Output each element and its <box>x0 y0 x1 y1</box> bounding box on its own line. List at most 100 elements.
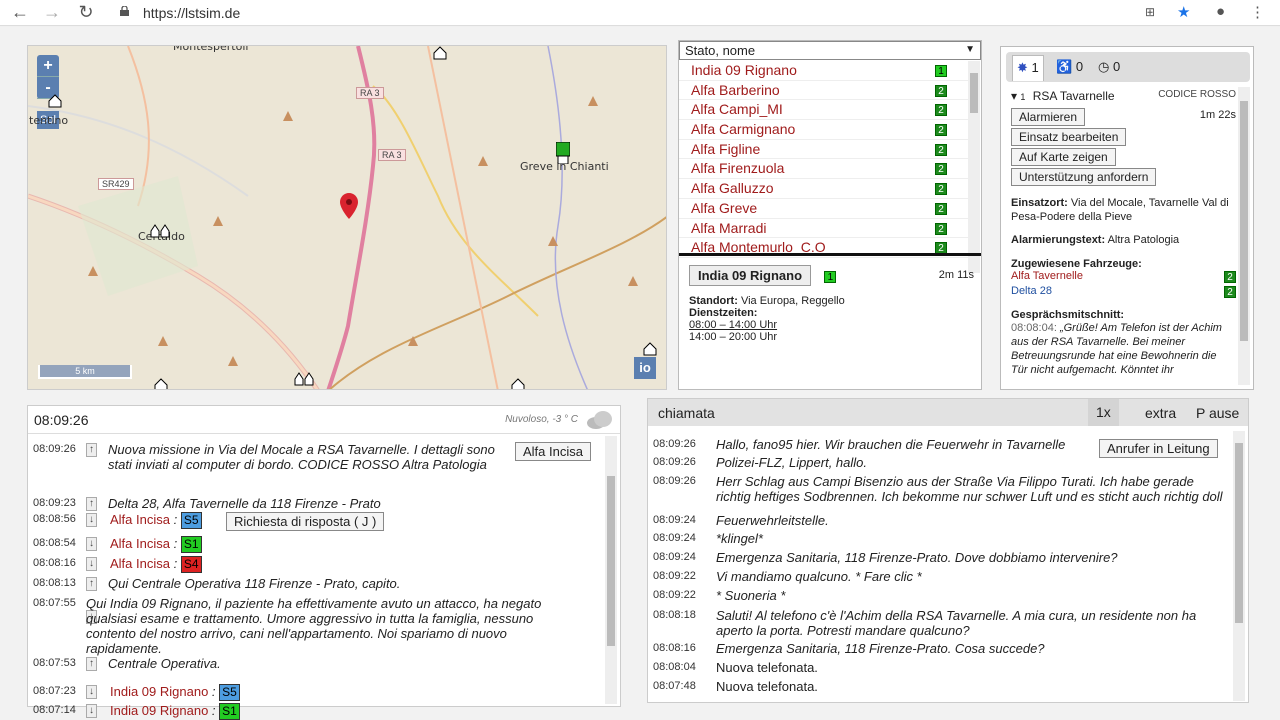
assigned-vehicle[interactable]: Alfa Tavernelle <box>1011 270 1083 282</box>
tab-missions[interactable]: ✸ 1 <box>1012 55 1044 81</box>
station-icon[interactable] <box>150 224 172 238</box>
sort-select[interactable]: Stato, nome ▼ <box>679 41 981 60</box>
edit-mission-button[interactable]: Einsatz bearbeiten <box>1011 128 1127 146</box>
show-on-map-button[interactable]: Auf Karte zeigen <box>1011 148 1116 166</box>
address-bar[interactable]: https://lstsim.de <box>143 5 240 21</box>
speed-button[interactable]: 1x <box>1088 399 1119 426</box>
call-text: Emergenza Sanitaria, 118 Firenze-Prato. … <box>716 550 1118 565</box>
alarm-label: Alarmierungstext: <box>1011 234 1106 246</box>
station-icon[interactable] <box>433 46 447 60</box>
vehicle-list-item[interactable]: India 09 Rignano 1 <box>679 61 969 81</box>
vehicle-marker-icon[interactable] <box>556 142 570 164</box>
star-icon[interactable]: ★ <box>1177 3 1190 21</box>
unit-button[interactable]: Alfa Incisa <box>515 442 591 461</box>
io-button[interactable]: io <box>634 357 656 379</box>
reload-icon[interactable]: ↻ <box>76 2 96 23</box>
mission-code: CODICE ROSSO <box>1158 89 1236 100</box>
vehicle-name: Alfa Campi_MI <box>691 101 783 118</box>
shift-1: 08:00 – 14:00 Uhr <box>689 319 778 331</box>
translate-icon[interactable]: ⊞ <box>1145 5 1155 19</box>
collapse-icon[interactable]: ▾ <box>1011 89 1017 103</box>
call-text: * Suoneria * <box>716 588 786 603</box>
mission-number: 1 <box>1020 92 1026 102</box>
vehicle-name: Alfa Barberino <box>691 81 780 98</box>
vehicle-detail-name[interactable]: India 09 Rignano <box>689 265 812 286</box>
call-text: Hallo, fano95 hier. Wir brauchen die Feu… <box>716 437 1066 452</box>
log-time: 08:07:14 <box>33 704 76 716</box>
station-icon[interactable] <box>643 342 657 356</box>
gespraech-time: 08:08:04: <box>1011 322 1057 334</box>
mission-scrollbar[interactable] <box>1238 87 1250 385</box>
vehicle-list-item[interactable]: Alfa Greve 2 <box>679 199 969 219</box>
profile-icon[interactable]: ● <box>1216 3 1225 20</box>
vehicle-timer: 2m 11s <box>938 269 974 281</box>
road-sign: RA 3 <box>378 149 406 161</box>
vehicle-list-item[interactable]: Alfa Marradi 2 <box>679 219 969 239</box>
log-unit[interactable]: Alfa Incisa <box>110 512 170 527</box>
call-text: Nuova telefonata. <box>716 660 818 675</box>
station-icon[interactable] <box>48 94 62 108</box>
mission-tabs: ✸ 1 ♿ 0 ◷ 0 <box>1006 52 1250 82</box>
forward-icon[interactable]: → <box>42 2 62 23</box>
menu-icon[interactable]: ⋮ <box>1250 3 1265 21</box>
lock-icon <box>120 6 129 16</box>
zoom-control: + - <box>37 55 59 99</box>
call-text: Saluti! Al telefono c'è l'Achim della RS… <box>716 608 1197 638</box>
vehicle-list-panel: Stato, nome ▼ India 09 Rignano 1 Alfa Barbe… <box>678 40 982 390</box>
call-time: 08:08:04 <box>653 661 696 673</box>
status-badge: S1 <box>219 703 240 720</box>
vehicle-list-item[interactable]: Alfa Galluzzo 2 <box>679 179 969 199</box>
mission-timer: 1m 22s <box>1199 109 1236 121</box>
vehicle-status-badge: 2 <box>935 104 947 117</box>
tab-timers[interactable]: ◷ 0 <box>1094 55 1124 81</box>
mission-details: ▾ 1 RSA Tavarnelle CODICE ROSSO Alarmier… <box>1011 89 1236 385</box>
station-icon[interactable] <box>294 372 316 386</box>
station-icon[interactable] <box>154 378 168 390</box>
log-time: 08:07:23 <box>33 685 76 697</box>
call-text: *klingel* <box>716 531 763 546</box>
log-message: Delta 28, Alfa Tavernelle da 118 Firenze… <box>108 496 381 511</box>
vehicle-name: Alfa Firenzuola <box>691 160 785 177</box>
log-unit[interactable]: Alfa Incisa <box>110 536 170 551</box>
call-scrollbar[interactable] <box>1233 431 1245 701</box>
log-scrollbar[interactable] <box>605 436 617 704</box>
log-unit[interactable]: India 09 Rignano <box>110 684 208 699</box>
shift-2: 14:00 – 20:00 Uhr <box>689 331 778 343</box>
tab-missions-count: 1 <box>1031 60 1039 75</box>
alarmieren-button[interactable]: Alarmieren <box>1011 108 1086 126</box>
log-unit[interactable]: Alfa Incisa <box>110 556 170 571</box>
tab-timers-count: 0 <box>1112 59 1121 74</box>
alarm-value: Altra Patologia <box>1107 234 1180 246</box>
request-support-button[interactable]: Unterstützung anfordern <box>1011 168 1157 186</box>
request-reply-button[interactable]: Richiesta di risposta ( J ) <box>226 512 385 531</box>
vehicle-list-item[interactable]: Alfa Carmignano 2 <box>679 120 969 140</box>
call-header: chiamata 1x extra P ause <box>648 399 1248 426</box>
call-time: 08:09:24 <box>653 551 696 563</box>
extra-button[interactable]: extra <box>1145 405 1176 421</box>
station-icon[interactable] <box>511 378 525 390</box>
call-text: Nuova telefonata. <box>716 679 818 694</box>
assigned-vehicle[interactable]: Delta 28 <box>1011 285 1052 297</box>
map-scale: 5 km <box>38 365 132 379</box>
pause-button[interactable]: P ause <box>1196 405 1239 421</box>
vehicle-list: India 09 Rignano 1 Alfa Barberino 2 Alfa Cam… <box>679 61 969 273</box>
map-label-montespertoli: Montespertoli <box>173 45 249 53</box>
divider <box>679 253 981 256</box>
zoom-in-button[interactable]: + <box>37 55 59 77</box>
log-unit[interactable]: India 09 Rignano <box>110 703 208 718</box>
arrow-down-icon: ↓ <box>86 513 97 527</box>
call-text: Herr Schlag aus Campi Bisenzio aus der S… <box>716 474 1223 504</box>
tab-patients[interactable]: ♿ 0 <box>1052 55 1087 81</box>
vehicle-list-scrollbar[interactable] <box>968 61 980 273</box>
arrow-up-icon: ↑ <box>86 657 97 671</box>
vehicle-list-item[interactable]: Alfa Figline 2 <box>679 140 969 160</box>
caller-on-line-button[interactable]: Anrufer in Leitung <box>1099 439 1218 458</box>
map[interactable]: + - Sol Montespertoli tentino Greve in C… <box>27 45 667 390</box>
vehicle-list-item[interactable]: Alfa Campi_MI 2 <box>679 100 969 121</box>
weather-text: Nuvoloso, -3 ° C <box>505 414 578 425</box>
vehicle-list-item[interactable]: Alfa Barberino 2 <box>679 81 969 101</box>
call-time: 08:09:22 <box>653 589 696 601</box>
back-icon[interactable]: ← <box>10 2 30 23</box>
vehicle-list-item[interactable]: Alfa Firenzuola 2 <box>679 159 969 180</box>
mission-marker-icon[interactable] <box>340 193 358 219</box>
